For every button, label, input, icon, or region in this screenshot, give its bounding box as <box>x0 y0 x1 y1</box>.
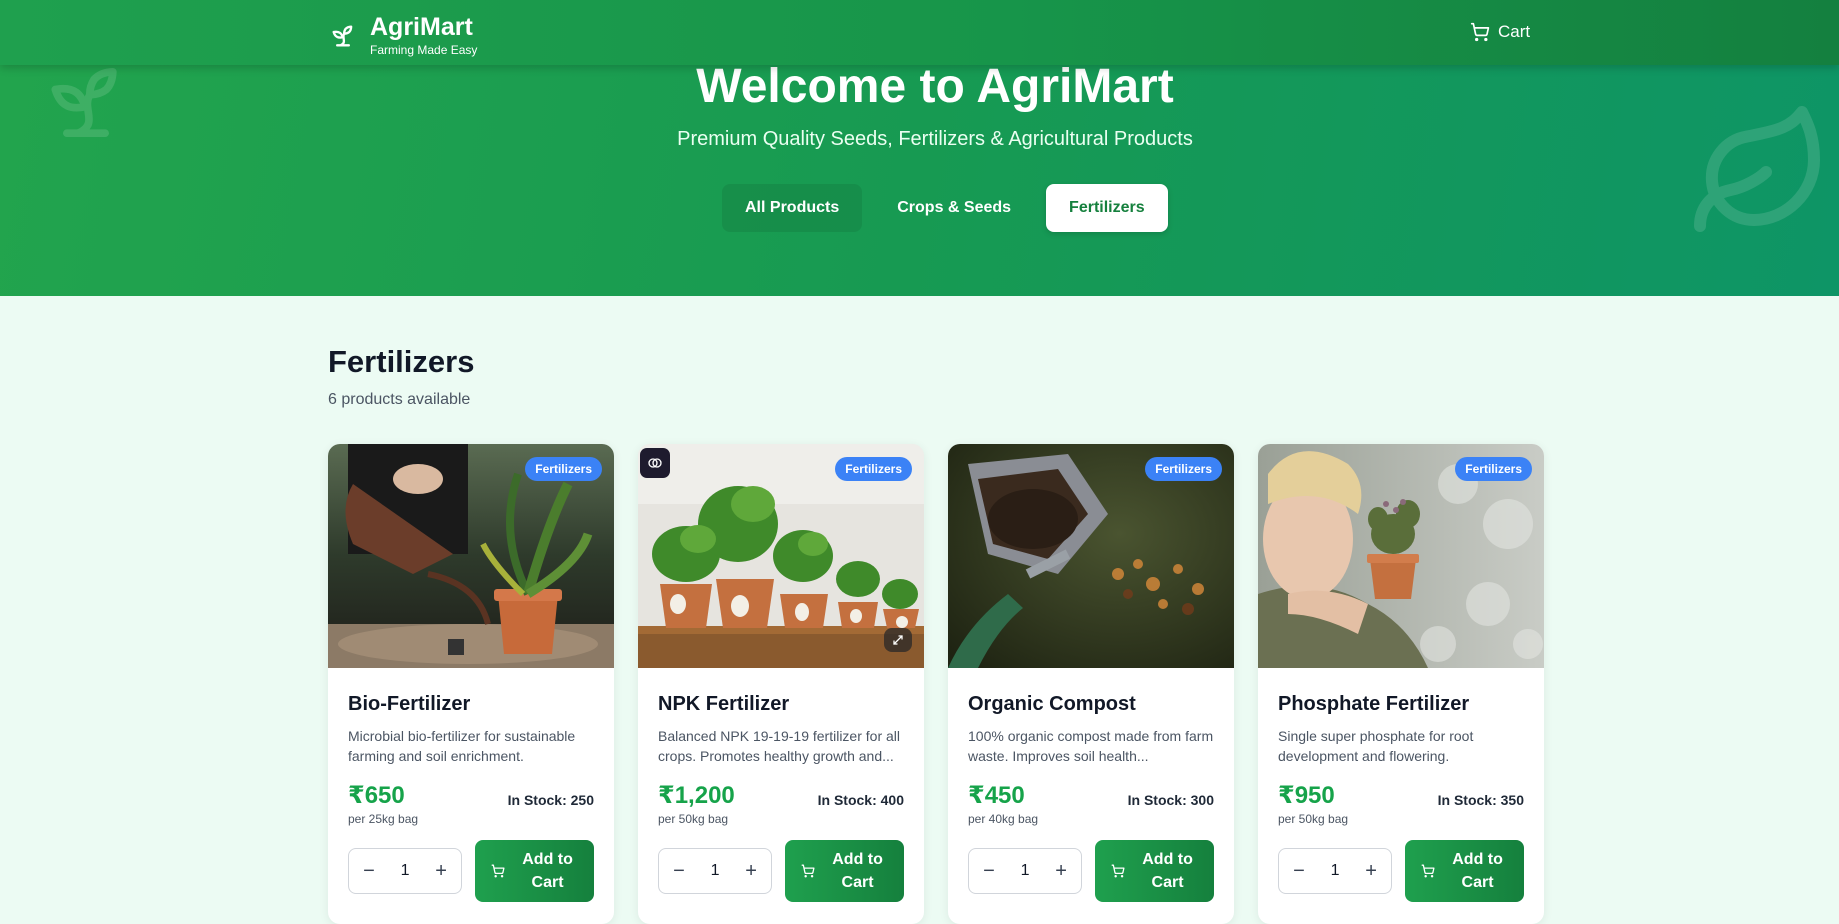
category-tabs: All Products Crops & Seeds Fertilizers <box>722 184 1168 232</box>
product-card: Fertilizers Bio-Fertilizer Microbial bio… <box>328 444 614 924</box>
product-price: ₹950 <box>1278 782 1335 809</box>
quantity-stepper: − 1 + <box>1278 848 1393 894</box>
quantity-stepper: − 1 + <box>348 848 463 894</box>
category-badge: Fertilizers <box>525 457 602 481</box>
product-title: NPK Fertilizer <box>658 693 790 715</box>
sprout-icon <box>328 21 358 51</box>
increase-quantity-button[interactable]: + <box>1363 861 1379 881</box>
product-description: Single super phosphate for root developm… <box>1278 728 1474 764</box>
product-price: ₹450 <box>968 782 1025 809</box>
product-title: Bio-Fertilizer <box>348 693 471 715</box>
stock-status: In Stock: 350 <box>1437 792 1524 808</box>
leaf-icon <box>1688 100 1832 249</box>
category-badge: Fertilizers <box>1455 457 1532 481</box>
hero-title: Welcome to AgriMart <box>696 60 1174 113</box>
decrease-quantity-button[interactable]: − <box>981 861 997 881</box>
category-badge: Fertilizers <box>835 457 912 481</box>
product-title: Phosphate Fertilizer <box>1278 693 1470 715</box>
cart-icon <box>1421 864 1435 878</box>
cart-icon <box>491 864 505 878</box>
tab-fertilizers[interactable]: Fertilizers <box>1046 184 1168 232</box>
top-navbar: AgriMart Farming Made Easy Cart <box>0 0 1839 65</box>
add-to-cart-label: Add to Cart <box>522 851 573 891</box>
decrease-quantity-button[interactable]: − <box>361 861 377 881</box>
brand-logo[interactable]: AgriMart Farming Made Easy <box>328 14 477 57</box>
product-image[interactable]: Fertilizers <box>1258 444 1544 668</box>
product-image[interactable]: Fertilizers <box>328 444 614 668</box>
product-image[interactable]: Fertilizers <box>638 444 924 668</box>
tab-all-products[interactable]: All Products <box>722 184 863 232</box>
ai-chip-icon[interactable] <box>640 448 670 478</box>
stock-status: In Stock: 250 <box>507 792 594 808</box>
expand-icon[interactable] <box>884 628 912 652</box>
product-title: Organic Compost <box>968 693 1136 715</box>
add-to-cart-label: Add to Cart <box>832 851 883 891</box>
quantity-value: 1 <box>1020 862 1030 879</box>
add-to-cart-button[interactable]: Add to Cart <box>785 840 904 902</box>
quantity-value: 1 <box>710 862 720 879</box>
decrease-quantity-button[interactable]: − <box>1291 861 1307 881</box>
product-description: Microbial bio-fertilizer for sustainable… <box>348 728 576 764</box>
product-card: Fertilizers Phosphate Fertilizer Single … <box>1258 444 1544 924</box>
product-unit: per 50kg bag <box>1278 812 1349 826</box>
tab-crops-seeds[interactable]: Crops & Seeds <box>874 184 1034 232</box>
stock-status: In Stock: 400 <box>817 792 904 808</box>
cart-button[interactable]: Cart <box>1470 22 1530 42</box>
cart-label: Cart <box>1498 22 1531 41</box>
increase-quantity-button[interactable]: + <box>743 861 759 881</box>
product-card: Fertilizers NPK Fertilizer Balanced NPK … <box>638 444 924 924</box>
product-description: 100% organic compost made from farm wast… <box>968 728 1214 764</box>
product-unit: per 50kg bag <box>658 812 729 826</box>
product-description: Balanced NPK 19-19-19 fertilizer for all… <box>658 728 901 764</box>
stock-status: In Stock: 300 <box>1127 792 1214 808</box>
cart-icon <box>1111 864 1125 878</box>
cart-icon <box>801 864 815 878</box>
product-count: 6 products available <box>328 391 471 408</box>
section-title: Fertilizers <box>328 344 475 379</box>
add-to-cart-button[interactable]: Add to Cart <box>1405 840 1524 902</box>
add-to-cart-button[interactable]: Add to Cart <box>1095 840 1214 902</box>
product-card: Fertilizers Organic Compost 100% organic… <box>948 444 1234 924</box>
quantity-value: 1 <box>400 862 410 879</box>
add-to-cart-label: Add to Cart <box>1142 851 1193 891</box>
add-to-cart-button[interactable]: Add to Cart <box>475 840 594 902</box>
quantity-stepper: − 1 + <box>968 848 1083 894</box>
add-to-cart-label: Add to Cart <box>1452 851 1503 891</box>
cart-icon <box>1470 22 1490 42</box>
product-price: ₹650 <box>348 782 405 809</box>
brand-tagline: Farming Made Easy <box>370 43 478 57</box>
decrease-quantity-button[interactable]: − <box>671 861 687 881</box>
quantity-value: 1 <box>1330 862 1340 879</box>
product-unit: per 40kg bag <box>968 812 1039 826</box>
product-price: ₹1,200 <box>658 782 735 809</box>
quantity-stepper: − 1 + <box>658 848 773 894</box>
increase-quantity-button[interactable]: + <box>1053 861 1069 881</box>
product-image[interactable]: Fertilizers <box>948 444 1234 668</box>
increase-quantity-button[interactable]: + <box>433 861 449 881</box>
product-unit: per 25kg bag <box>348 812 419 826</box>
brand-name: AgriMart <box>370 13 473 41</box>
category-badge: Fertilizers <box>1145 457 1222 481</box>
hero-subtitle: Premium Quality Seeds, Fertilizers & Agr… <box>677 128 1193 150</box>
